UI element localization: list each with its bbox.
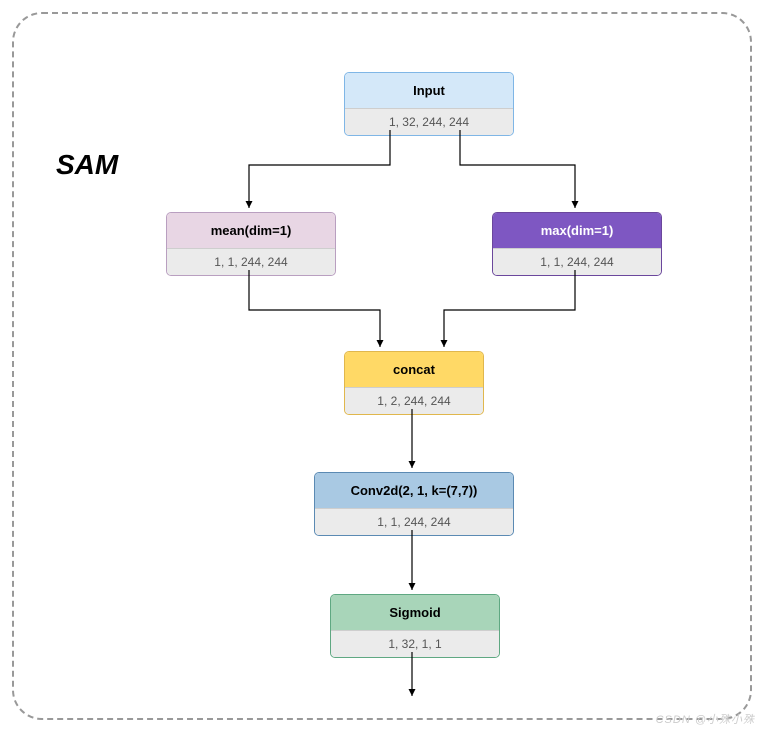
node-mean-label: mean(dim=1)	[167, 213, 335, 248]
node-input: Input 1, 32, 244, 244	[344, 72, 514, 136]
node-concat: concat 1, 2, 244, 244	[344, 351, 484, 415]
node-sigmoid: Sigmoid 1, 32, 1, 1	[330, 594, 500, 658]
node-max-label: max(dim=1)	[493, 213, 661, 248]
node-mean-shape: 1, 1, 244, 244	[167, 248, 335, 275]
node-concat-label: concat	[345, 352, 483, 387]
node-sigmoid-label: Sigmoid	[331, 595, 499, 630]
node-conv-label: Conv2d(2, 1, k=(7,7))	[315, 473, 513, 508]
node-conv: Conv2d(2, 1, k=(7,7)) 1, 1, 244, 244	[314, 472, 514, 536]
node-max: max(dim=1) 1, 1, 244, 244	[492, 212, 662, 276]
node-input-label: Input	[345, 73, 513, 108]
node-max-shape: 1, 1, 244, 244	[493, 248, 661, 275]
node-mean: mean(dim=1) 1, 1, 244, 244	[166, 212, 336, 276]
node-input-shape: 1, 32, 244, 244	[345, 108, 513, 135]
watermark: CSDN @小殊小殊	[656, 711, 755, 727]
node-concat-shape: 1, 2, 244, 244	[345, 387, 483, 414]
node-sigmoid-shape: 1, 32, 1, 1	[331, 630, 499, 657]
diagram-title: SAM	[56, 149, 118, 181]
node-conv-shape: 1, 1, 244, 244	[315, 508, 513, 535]
diagram-frame: SAM Input 1, 32, 244, 244 mean(dim=1) 1,…	[12, 12, 752, 720]
